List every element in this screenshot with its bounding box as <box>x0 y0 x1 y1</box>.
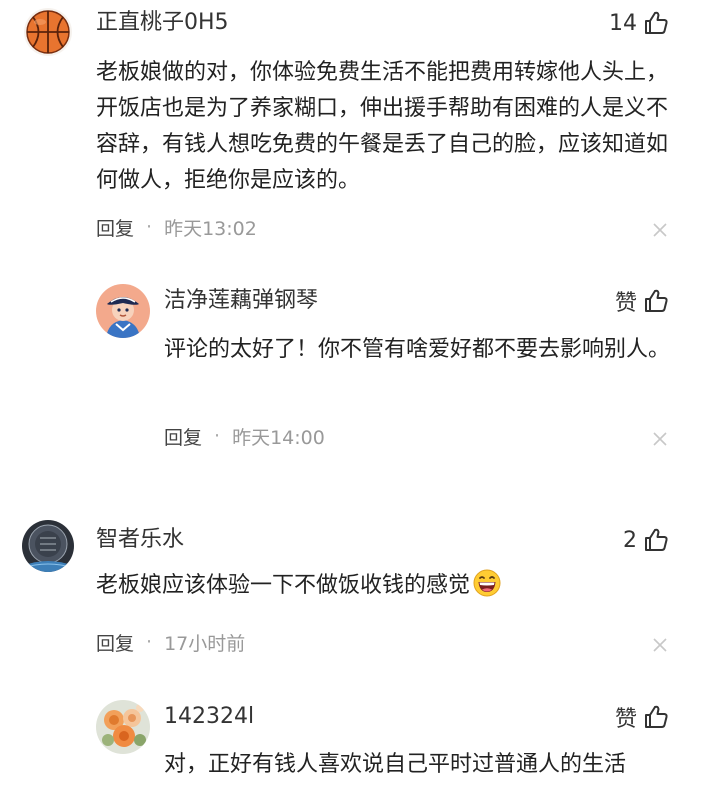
comment-meta: 回复 · 17小时前 <box>96 627 245 657</box>
comment-item: 正直桃子0H5 14 老板娘做的对，你体验免费生活不能把费用转嫁他人头上，开饭店… <box>0 0 711 260</box>
user-avatar[interactable] <box>24 8 72 56</box>
like-label: 赞 <box>614 291 637 316</box>
comment-text: 老板娘做的对，你体验免费生活不能把费用转嫁他人头上，开饭店也是为了养家糊口，伸出… <box>96 60 669 193</box>
close-button[interactable] <box>653 432 667 446</box>
like-count: 14 <box>609 10 637 36</box>
flower-avatar-icon <box>96 700 150 754</box>
close-icon <box>653 638 667 652</box>
close-icon <box>653 432 667 446</box>
reply-button[interactable]: 回复 <box>96 629 134 656</box>
thumbs-up-icon <box>645 11 668 34</box>
comment-meta: 回复 · 昨天13:02 <box>96 212 257 242</box>
comment-text: 对，正好有钱人喜欢说自己平时过普通人的生活 <box>164 752 627 777</box>
reply-item: 洁净莲藕弹钢琴 赞 评论的太好了！你不管有啥爱好都不要去影响别人。 回复 · 昨… <box>0 270 711 470</box>
thumbs-up-icon <box>645 289 668 312</box>
like-button[interactable]: 赞 <box>615 286 669 316</box>
cartoon-character-avatar-icon <box>96 284 150 338</box>
like-label: 赞 <box>614 707 637 732</box>
meta-separator: · <box>146 631 153 653</box>
meta-separator: · <box>214 425 221 447</box>
dark-emblem-avatar-icon <box>22 520 74 572</box>
like-button[interactable]: 2 <box>623 525 669 555</box>
timestamp: 17小时前 <box>164 632 246 655</box>
user-avatar[interactable] <box>96 700 150 754</box>
thumbs-up-icon <box>645 705 668 728</box>
user-avatar[interactable] <box>22 520 74 572</box>
reply-button[interactable]: 回复 <box>96 214 134 241</box>
thumbs-up-icon <box>645 528 668 551</box>
timestamp: 昨天14:00 <box>232 426 325 449</box>
meta-separator: · <box>146 216 153 238</box>
close-button[interactable] <box>653 638 667 652</box>
user-avatar[interactable] <box>96 284 150 338</box>
username[interactable]: 洁净莲藕弹钢琴 <box>164 286 318 316</box>
username[interactable]: 智者乐水 <box>96 525 184 555</box>
reply-button[interactable]: 回复 <box>164 423 202 450</box>
username[interactable]: 142324l <box>164 702 254 732</box>
like-count: 2 <box>623 527 637 553</box>
basketball-avatar-icon <box>24 8 72 56</box>
comment-text: 评论的太好了！你不管有啥爱好都不要去影响别人。 <box>164 337 671 362</box>
close-icon <box>653 223 667 237</box>
close-button[interactable] <box>653 223 667 237</box>
comment-meta: 回复 · 昨天14:00 <box>164 421 325 451</box>
timestamp: 昨天13:02 <box>164 217 257 240</box>
username[interactable]: 正直桃子0H5 <box>96 8 229 38</box>
comment-text: 老板娘应该体验一下不做饭收钱的感觉 <box>96 568 674 610</box>
comment-item: 智者乐水 2 老板娘应该体验一下不做饭收钱的感觉 回复 · 17小时前 <box>0 510 711 670</box>
reply-item: 142324l 赞 对，正好有钱人喜欢说自己平时过普通人的生活 <box>0 690 711 797</box>
like-button[interactable]: 14 <box>609 8 669 38</box>
like-button[interactable]: 赞 <box>615 702 669 732</box>
grinning-face-emoji-icon <box>472 568 502 610</box>
comment-text-content: 老板娘应该体验一下不做饭收钱的感觉 <box>96 573 471 598</box>
